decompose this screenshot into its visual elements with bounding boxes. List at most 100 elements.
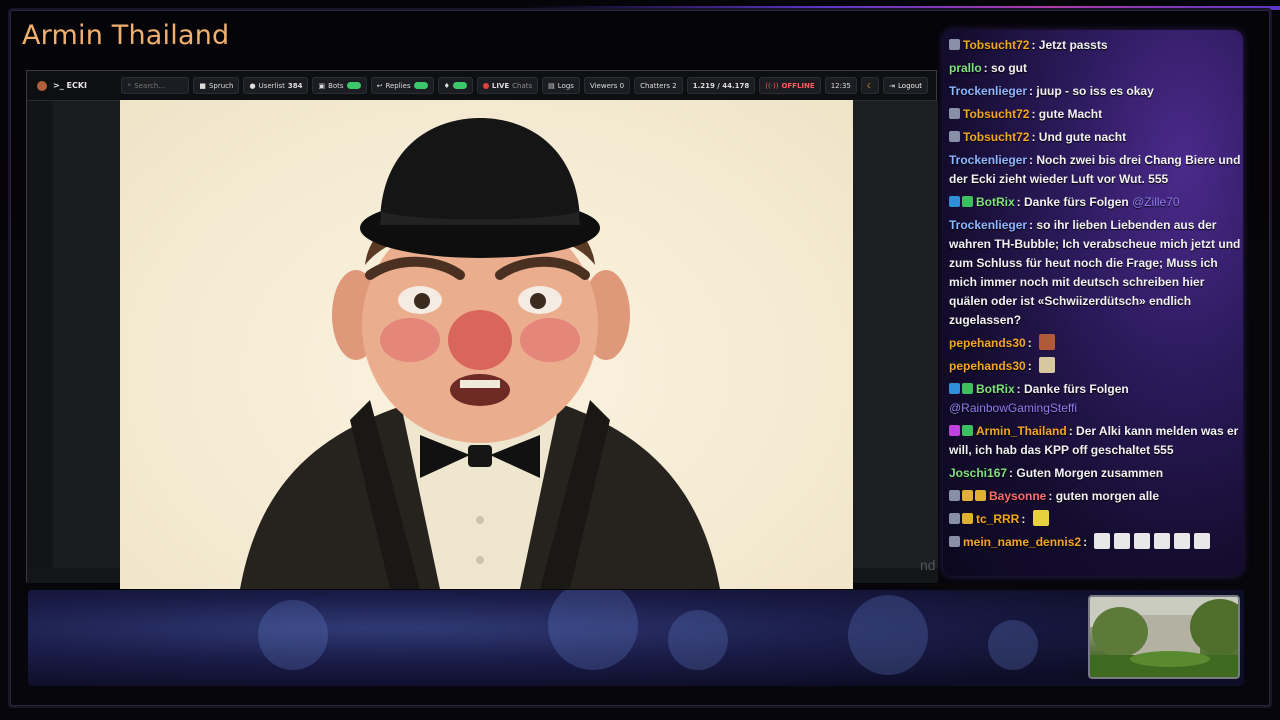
badge-group [949, 39, 960, 50]
badge-icon [949, 383, 960, 394]
emote-icon [1174, 533, 1191, 549]
badge-icon [949, 131, 960, 142]
logs-label: Logs [557, 81, 574, 90]
bokeh-light [988, 620, 1038, 670]
chat-message: tc_RRR: [949, 510, 1241, 529]
chat-separator: : [1068, 424, 1077, 438]
chat-separator: : [1048, 489, 1056, 503]
emote-icon [1194, 533, 1211, 549]
chat-username[interactable]: BotRix [976, 195, 1015, 209]
bokeh-light [548, 590, 638, 670]
logout-label: Logout [898, 81, 922, 90]
search-icon: ⌕ [127, 81, 132, 89]
caricature-illustration [240, 118, 720, 589]
userlist-button[interactable]: ● Userlist 384 [243, 77, 309, 94]
chat-username[interactable]: Armin_Thailand [976, 424, 1067, 438]
dashboard-sidebar [27, 101, 53, 583]
chat-username[interactable]: mein_name_dennis2 [963, 535, 1081, 549]
dashboard-right-panel [853, 101, 938, 568]
document-icon: ▤ [548, 81, 555, 90]
bokeh-light [848, 595, 928, 675]
chat-username[interactable]: tc_RRR [976, 512, 1019, 526]
badge-group [949, 131, 960, 142]
chat-text: so gut [991, 61, 1028, 75]
chat-text: gute Macht [1038, 107, 1103, 121]
chat-username[interactable]: pepehands30 [949, 336, 1026, 350]
chat-message: Armin_Thailand: Der Alki kann melden was… [949, 422, 1241, 460]
bots-toggle[interactable]: ▣ Bots [312, 77, 367, 94]
brand-label: >_ ECKI [53, 81, 87, 90]
chat-message: prallo: so gut [949, 59, 1241, 78]
chat-separator: : [1021, 512, 1029, 526]
chat-message: Baysonne: guten morgen alle [949, 487, 1241, 506]
follows-label: 1.219 / 44.178 [692, 81, 750, 90]
badge-icon [962, 383, 973, 394]
badge-icon [962, 196, 973, 207]
badge-icon [962, 490, 973, 501]
replies-switch[interactable] [413, 82, 428, 89]
chat-separator: : [983, 61, 992, 75]
replies-label: Replies [385, 81, 411, 90]
chat-text: guten morgen alle [1055, 489, 1160, 503]
channel-title: Armin Thailand [22, 20, 230, 51]
badge-group [949, 513, 973, 524]
mic-icon: ♦ [443, 81, 450, 90]
theme-toggle[interactable]: ☾ [860, 77, 880, 94]
chats-label: Chats [512, 81, 533, 90]
chat-username[interactable]: prallo [949, 61, 982, 75]
chat-text: Danke fürs Folgen [1024, 195, 1129, 209]
chat-message: Tobsucht72: Und gute nacht [949, 128, 1241, 147]
spruch-button[interactable]: ■ Spruch [193, 77, 240, 94]
chatters-label: Chatters 2 [640, 81, 677, 90]
logs-button[interactable]: ▤ Logs [542, 77, 580, 94]
search-placeholder: Search... [134, 81, 166, 90]
avatar[interactable] [37, 80, 47, 91]
mic-switch[interactable] [452, 82, 467, 89]
chatters-stat: Chatters 2 [634, 77, 683, 94]
replies-toggle[interactable]: ↩ Replies [370, 77, 434, 94]
live-dot-icon [482, 82, 489, 89]
chat-message: Joschi167: Guten Morgen zusammen [949, 464, 1241, 483]
chat-separator: : [1016, 382, 1025, 396]
chat-message: BotRix: Danke fürs Folgen @Zille70 [949, 193, 1241, 212]
chat-mention[interactable]: @RainbowGamingSteffi [949, 401, 1077, 415]
chat-panel: Tobsucht72: Jetzt passts prallo: so gut Tr… [943, 30, 1243, 576]
chat-username[interactable]: pepehands30 [949, 359, 1026, 373]
emote-icon [1039, 334, 1056, 350]
bot-icon: ▣ [318, 81, 326, 90]
chat-username[interactable]: Tobsucht72 [963, 107, 1029, 121]
mic-toggle[interactable]: ♦ [437, 77, 473, 94]
moon-icon: ☾ [866, 81, 874, 90]
emote-icon [1114, 533, 1131, 549]
bots-switch[interactable] [346, 82, 361, 89]
viewers-label: Viewers 0 [589, 81, 625, 90]
chat-username[interactable]: Tobsucht72 [963, 38, 1029, 52]
chat-message: pepehands30: [949, 334, 1241, 353]
chat-mention[interactable]: @Zille70 [1132, 195, 1180, 209]
clock: 12:35 [824, 77, 857, 94]
badge-icon [949, 108, 960, 119]
chat-username[interactable]: Trockenlieger [949, 84, 1027, 98]
chat-message-list: Tobsucht72: Jetzt passts prallo: so gut Tr… [949, 36, 1241, 556]
chat-username[interactable]: Baysonne [989, 489, 1046, 503]
live-chats-button[interactable]: LIVE Chats [476, 77, 539, 94]
bots-label: Bots [328, 81, 344, 90]
logout-button[interactable]: ⇥ Logout [883, 77, 928, 94]
chat-separator: : [1016, 195, 1025, 209]
chat-username[interactable]: Tobsucht72 [963, 130, 1029, 144]
spruch-label: Spruch [208, 81, 234, 90]
chat-separator: : [1031, 130, 1039, 144]
chat-username[interactable]: Joschi167 [949, 466, 1007, 480]
viewers-stat: Viewers 0 [583, 77, 631, 94]
video-icon: ■ [199, 81, 206, 90]
badge-group [949, 490, 986, 501]
badge-icon [949, 425, 960, 436]
badge-group [949, 536, 960, 547]
chat-separator: : [1031, 38, 1039, 52]
dashboard-toolbar: >_ ECKI ⌕ Search... ■ Spruch ● Userlist … [27, 71, 936, 101]
chat-username[interactable]: Trockenlieger [949, 153, 1027, 167]
search-input[interactable]: ⌕ Search... [121, 77, 190, 94]
chat-username[interactable]: BotRix [976, 382, 1015, 396]
chat-username[interactable]: Trockenlieger [949, 218, 1027, 232]
chat-text: Guten Morgen zusammen [1016, 466, 1164, 480]
